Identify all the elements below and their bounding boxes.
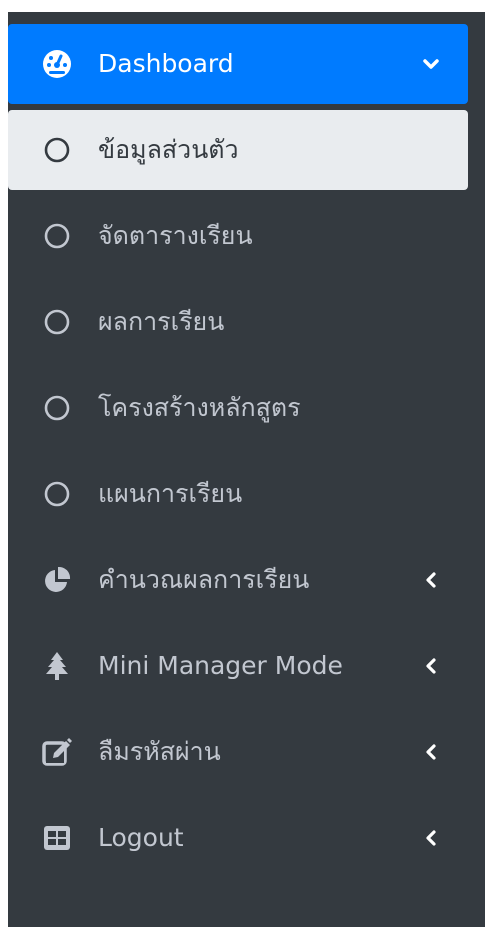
- sidebar-item-label: Logout: [98, 823, 184, 852]
- sidebar-item-label: โครงสร้างหลักสูตร: [98, 393, 301, 422]
- chevron-left-icon: [422, 571, 440, 589]
- circle-icon: [40, 305, 74, 339]
- sidebar: Dashboard ข้อมูลส่วนตัว จัดตารางเรียน ผล…: [8, 12, 485, 927]
- sidebar-item-mini-manager-mode[interactable]: Mini Manager Mode: [8, 626, 468, 706]
- circle-icon: [40, 477, 74, 511]
- sidebar-item-label: ข้อมูลส่วนตัว: [98, 135, 239, 164]
- chevron-left-icon: [422, 657, 440, 675]
- sidebar-item-label: คำนวณผลการเรียน: [98, 565, 310, 594]
- table-icon: [40, 821, 74, 855]
- sidebar-item-curriculum[interactable]: โครงสร้างหลักสูตร: [8, 368, 468, 448]
- sidebar-item-study-plan[interactable]: แผนการเรียน: [8, 454, 468, 534]
- sidebar-item-label: แผนการเรียน: [98, 479, 243, 508]
- circle-icon: [40, 391, 74, 425]
- tree-icon: [40, 649, 74, 683]
- sidebar-item-label: Dashboard: [98, 49, 234, 78]
- sidebar-item-label: Mini Manager Mode: [98, 651, 343, 680]
- pie-chart-icon: [40, 563, 74, 597]
- sidebar-item-grades[interactable]: ผลการเรียน: [8, 282, 468, 362]
- chevron-down-icon: [422, 55, 440, 73]
- chevron-left-icon: [422, 829, 440, 847]
- sidebar-item-schedule[interactable]: จัดตารางเรียน: [8, 196, 468, 276]
- sidebar-item-label: ผลการเรียน: [98, 307, 225, 336]
- tachometer-icon: [40, 47, 74, 81]
- edit-icon: [40, 735, 74, 769]
- sidebar-item-forgot-password[interactable]: ลืมรหัสผ่าน: [8, 712, 468, 792]
- sidebar-item-label: จัดตารางเรียน: [98, 221, 253, 250]
- sidebar-item-grade-calculator[interactable]: คำนวณผลการเรียน: [8, 540, 468, 620]
- chevron-left-icon: [422, 743, 440, 761]
- sidebar-item-label: ลืมรหัสผ่าน: [98, 737, 221, 766]
- circle-icon: [40, 133, 74, 167]
- sidebar-item-personal-info[interactable]: ข้อมูลส่วนตัว: [8, 110, 468, 190]
- sidebar-item-dashboard[interactable]: Dashboard: [8, 24, 468, 104]
- sidebar-item-logout[interactable]: Logout: [8, 798, 468, 878]
- circle-icon: [40, 219, 74, 253]
